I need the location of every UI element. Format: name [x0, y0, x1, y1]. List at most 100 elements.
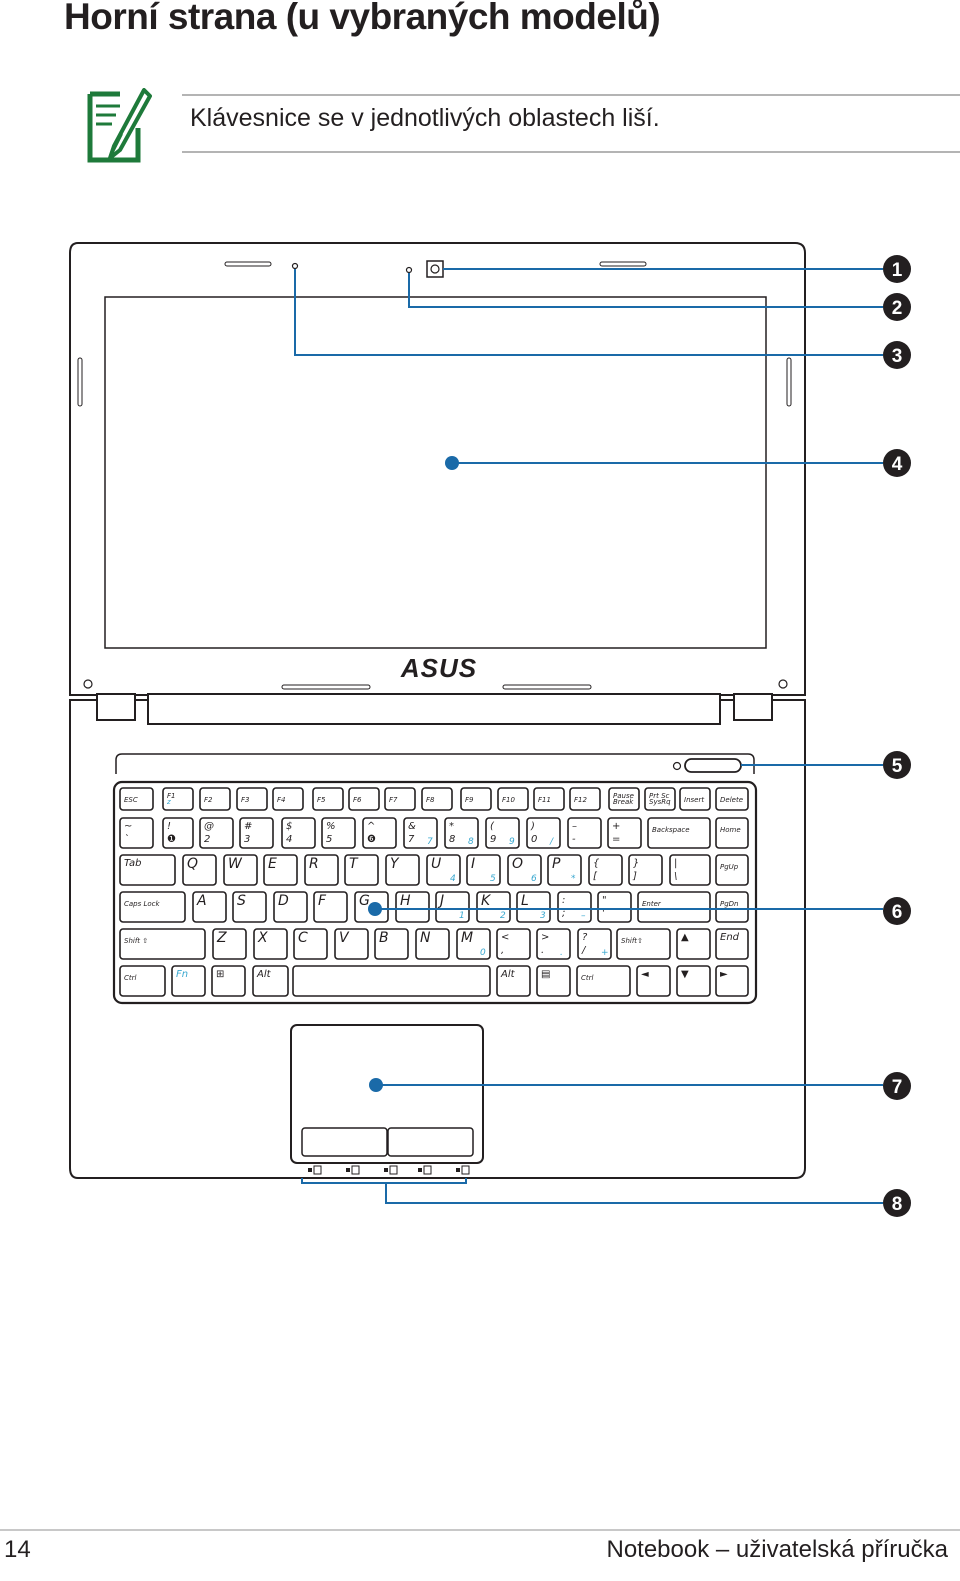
key: F12 [569, 787, 601, 811]
key-label: Fn [176, 969, 188, 980]
callout-number: 6 [892, 902, 903, 923]
callout-line-8 [301, 1178, 883, 1204]
numpad-label: * [571, 874, 576, 884]
key-sublabel: Break [613, 798, 634, 806]
key: * 8 8 [444, 817, 479, 849]
key-label: F4 [277, 796, 285, 804]
key: F2 [199, 787, 231, 811]
key: Ctrl [576, 965, 631, 997]
key: Backspace [647, 817, 711, 849]
key-label: Backspace [652, 826, 690, 834]
key: (9 9 [485, 817, 520, 849]
key-label: ▼ [681, 969, 689, 980]
numpad-label: + [601, 948, 609, 958]
key: Z [212, 928, 247, 960]
key: Alt [496, 965, 531, 997]
key: Alt [252, 965, 289, 997]
key: E [263, 854, 298, 886]
callout-number: 3 [892, 346, 903, 367]
key-label: ~ [124, 821, 132, 832]
key-label: : [562, 895, 565, 906]
key-label: Caps Lock [124, 900, 161, 908]
key-label: B [379, 930, 389, 946]
asus-logo: ASUS [400, 653, 477, 683]
key-sublabel: = [612, 834, 620, 845]
key: I5 [466, 854, 501, 886]
numpad-label: 5 [490, 874, 496, 884]
key-label: S [237, 893, 246, 909]
key-label: O [512, 856, 523, 872]
key: Home [715, 817, 749, 849]
key: U4 [426, 854, 461, 886]
key-label: " [602, 895, 607, 906]
key-label: F8 [426, 796, 435, 804]
key-label: R [309, 856, 319, 872]
key: Q [182, 854, 217, 886]
key: "' [597, 891, 632, 923]
key: F10 [497, 787, 529, 811]
key-label: Insert [684, 796, 704, 804]
key-label: Y [390, 856, 400, 872]
key-label: G [359, 893, 370, 909]
key-label: ◄ [641, 969, 649, 980]
key-label: Alt [256, 969, 272, 980]
key-label: F10 [502, 796, 515, 804]
key-label: Tab [124, 858, 142, 869]
key: –- [567, 817, 602, 849]
key: $4 [281, 817, 316, 849]
key-label: W [228, 856, 243, 872]
display-lid [69, 242, 806, 696]
key-label: ⊞ [216, 969, 224, 980]
numpad-label: . [560, 948, 563, 958]
key: F6 [348, 787, 380, 811]
key: X [253, 928, 288, 960]
key-label: $ [286, 821, 292, 832]
key-label: { [593, 858, 600, 869]
key-label: % [326, 821, 336, 832]
numpad-label: 4 [450, 874, 456, 884]
key: ?/+ [577, 928, 612, 960]
key: PauseBreak [608, 787, 640, 811]
callout-number: 1 [892, 260, 903, 281]
key-label: Home [720, 826, 741, 834]
key-label: U [431, 856, 441, 872]
status-led-2 [346, 1168, 350, 1172]
key: Prt ScSysRq [644, 787, 676, 811]
key: Tab [119, 854, 176, 886]
key: F5 [312, 787, 344, 811]
key: !❶ [162, 817, 194, 849]
key-label: ! [167, 821, 171, 832]
key: S [232, 891, 267, 923]
key: ~` [119, 817, 154, 849]
key: += [607, 817, 642, 849]
footer-title: Notebook – uživatelská příručka [606, 1536, 948, 1563]
key: >.. [536, 928, 571, 960]
key: & 7 7 [403, 817, 438, 849]
key-sublabel: 0 [531, 834, 537, 845]
callout-dot-6 [368, 902, 382, 916]
footer-divider [0, 1529, 960, 1531]
key: )0/ [526, 817, 561, 849]
key: F9 [460, 787, 492, 811]
key-cap [292, 965, 491, 997]
status-led-3 [384, 1168, 388, 1172]
key-label: F [318, 893, 327, 909]
key-sublabel: , [501, 945, 504, 956]
key-sublabel: \ [674, 871, 677, 882]
key-label: > [541, 932, 549, 943]
key-sublabel: - [572, 834, 576, 845]
key: B [374, 928, 409, 960]
key-label: F9 [465, 796, 474, 804]
key-label: Delete [720, 796, 743, 804]
callout-number: 2 [892, 298, 903, 319]
key-label: I [471, 856, 475, 872]
key-label: < [501, 932, 509, 943]
callout-dot-7 [369, 1078, 383, 1092]
laptop-top-view-diagram: ASUS ESC F1z F2 F3 F4 F5 F6 F7 F8 F9 F10 F11 F12 Paus… [69, 242, 911, 1217]
callout-number: 5 [892, 756, 903, 777]
key-label: V [339, 930, 350, 946]
key-sublabel: 3 [244, 834, 250, 845]
key-label: F7 [389, 796, 398, 804]
status-led-5 [456, 1168, 460, 1172]
key: ▲ [676, 928, 711, 960]
